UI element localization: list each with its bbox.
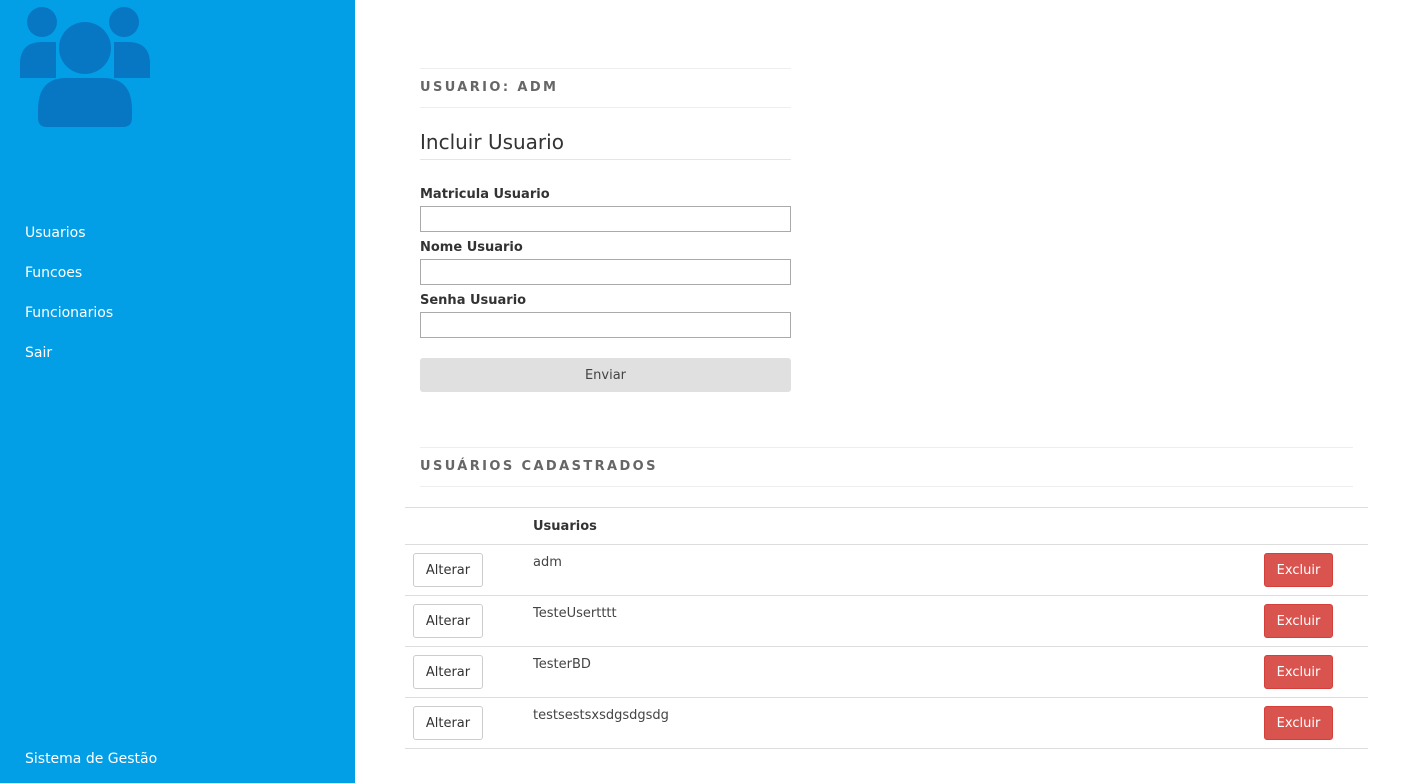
main-content: USUARIO: ADM Incluir Usuario Matricula U…	[355, 0, 1413, 783]
sidebar-item-usuarios[interactable]: Usuarios	[25, 221, 113, 261]
table-row: Alterar TesteUsertttt Excluir	[405, 595, 1368, 647]
nome-input[interactable]	[420, 259, 791, 285]
users-table: Usuarios Alterar adm Excluir Alterar Tes…	[405, 507, 1368, 749]
user-name-cell: testsestsxsdgsdgsdg	[533, 697, 1007, 749]
alter-button[interactable]: Alterar	[413, 553, 483, 587]
submit-button[interactable]: Enviar	[420, 358, 791, 392]
alter-button[interactable]: Alterar	[413, 706, 483, 740]
table-row: Alterar testsestsxsdgsdgsdg Excluir	[405, 697, 1368, 749]
sidebar-nav: Usuarios Funcoes Funcionarios Sair	[25, 221, 113, 381]
column-header-actions	[405, 507, 533, 545]
table-row: Alterar TesterBD Excluir	[405, 646, 1368, 698]
user-name-cell: adm	[533, 544, 1007, 596]
user-name-cell: TesterBD	[533, 646, 1007, 698]
delete-button[interactable]: Excluir	[1264, 553, 1333, 587]
user-name-cell: TesteUsertttt	[533, 595, 1007, 647]
column-header-delete	[1006, 507, 1368, 545]
column-header-usuarios: Usuarios	[533, 507, 1007, 545]
delete-button[interactable]: Excluir	[1264, 604, 1333, 638]
matricula-input[interactable]	[420, 206, 791, 232]
nome-label: Nome Usuario	[420, 240, 523, 255]
form-title: Incluir Usuario	[420, 127, 791, 160]
sidebar-item-funcoes[interactable]: Funcoes	[25, 261, 113, 301]
sidebar: Usuarios Funcoes Funcionarios Sair Siste…	[0, 0, 355, 783]
matricula-label: Matricula Usuario	[420, 187, 550, 202]
table-header-row: Usuarios	[405, 507, 1368, 545]
users-list-heading: USUÁRIOS CADASTRADOS	[420, 447, 1353, 487]
users-group-icon	[20, 7, 150, 127]
sidebar-item-funcionarios[interactable]: Funcionarios	[25, 301, 113, 341]
delete-button[interactable]: Excluir	[1264, 655, 1333, 689]
app-name-footer: Sistema de Gestão	[25, 751, 158, 767]
sidebar-item-sair[interactable]: Sair	[25, 341, 113, 381]
current-user-heading: USUARIO: ADM	[420, 68, 791, 108]
delete-button[interactable]: Excluir	[1264, 706, 1333, 740]
senha-input[interactable]	[420, 312, 791, 338]
senha-label: Senha Usuario	[420, 293, 527, 308]
alter-button[interactable]: Alterar	[413, 604, 483, 638]
alter-button[interactable]: Alterar	[413, 655, 483, 689]
table-row: Alterar adm Excluir	[405, 544, 1368, 596]
